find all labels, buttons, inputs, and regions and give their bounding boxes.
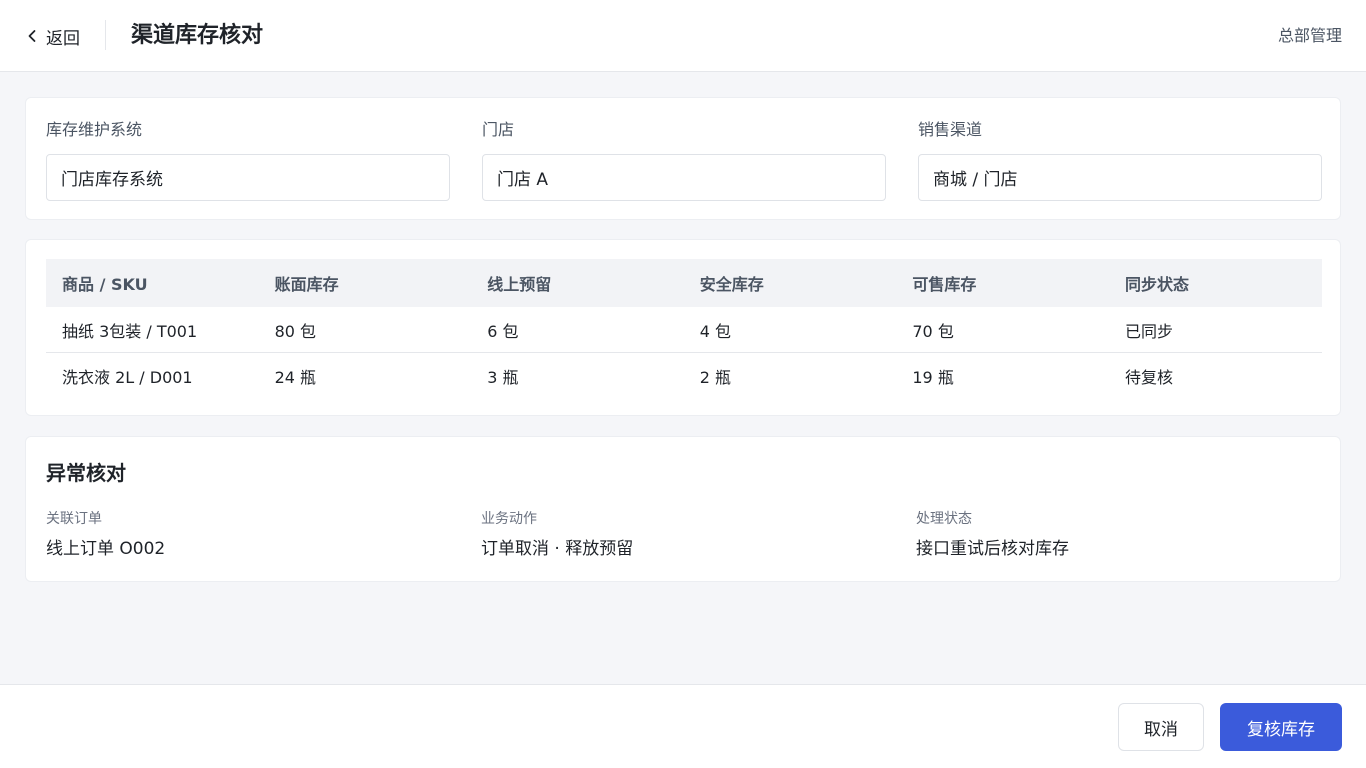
field-label: 销售渠道 xyxy=(918,120,983,139)
table-cell: 19 瓶 xyxy=(912,368,954,387)
column-header: 同步状态 xyxy=(1124,275,1189,294)
info-label: 关联订单 xyxy=(46,511,102,527)
exception-card: 异常核对 关联订单 线上订单 O002 业务动作 订单取消 · 释放预留 处理状… xyxy=(25,436,1341,582)
field-sales-channel: 销售渠道 商城 / 门店 xyxy=(918,118,1322,201)
table-cell: 24 瓶 xyxy=(274,368,317,387)
field-label: 库存维护系统 xyxy=(46,120,143,139)
info-related-order: 关联订单 线上订单 O002 xyxy=(46,509,466,561)
table-row: 洗衣液 2L / D001 24 瓶 3 瓶 2 瓶 19 瓶 待复核 xyxy=(46,353,1322,399)
review-inventory-button[interactable]: 复核库存 xyxy=(1220,703,1342,751)
table-cell: 4 包 xyxy=(699,321,732,341)
column-header: 安全库存 xyxy=(699,275,764,294)
table-cell: 2 瓶 xyxy=(699,368,732,387)
table-cell: 3 瓶 xyxy=(487,368,519,387)
table-cell: 80 包 xyxy=(274,321,317,341)
table-cell: 抽纸 3包装 / T001 xyxy=(62,321,198,341)
table-cell: 已同步 xyxy=(1124,321,1173,341)
table-header: 商品 / SKU 账面库存 线上预留 安全库存 可售库存 同步状态 xyxy=(46,259,1322,307)
inventory-table-card: 商品 / SKU 账面库存 线上预留 安全库存 可售库存 同步状态 抽纸 3包装… xyxy=(25,239,1341,416)
column-header: 可售库存 xyxy=(912,275,977,294)
info-label: 处理状态 xyxy=(916,511,972,527)
info-value: 接口重试后核对库存 xyxy=(916,539,1069,559)
column-header: 账面库存 xyxy=(274,275,339,294)
cancel-button[interactable]: 取消 xyxy=(1118,703,1204,751)
back-button[interactable]: 返回 xyxy=(24,22,80,50)
info-value: 线上订单 O002 xyxy=(46,539,166,559)
field-inventory-system: 库存维护系统 门店库存系统 xyxy=(46,118,450,201)
table-cell: 70 包 xyxy=(912,321,954,341)
info-business-action: 业务动作 订单取消 · 释放预留 xyxy=(481,509,901,561)
back-label: 返回 xyxy=(46,28,80,49)
page-title: 渠道库存核对 xyxy=(131,23,264,48)
field-label: 门店 xyxy=(482,120,515,139)
table-cell: 待复核 xyxy=(1124,368,1173,387)
header-divider xyxy=(105,20,106,50)
store-input[interactable]: 门店 A xyxy=(482,154,886,201)
column-header: 线上预留 xyxy=(487,275,552,294)
inventory-system-input[interactable]: 门店库存系统 xyxy=(46,154,450,201)
filter-card: 库存维护系统 门店库存系统 门店 门店 A 销售渠道 商城 / 门店 xyxy=(25,97,1341,220)
footer-bar: 取消 复核库存 xyxy=(0,684,1366,768)
sales-channel-input[interactable]: 商城 / 门店 xyxy=(918,154,1322,201)
inventory-table: 商品 / SKU 账面库存 线上预留 安全库存 可售库存 同步状态 抽纸 3包装… xyxy=(46,259,1322,399)
table-row: 抽纸 3包装 / T001 80 包 6 包 4 包 70 包 已同步 xyxy=(46,307,1322,353)
column-header: 商品 / SKU xyxy=(62,275,148,294)
section-title: 异常核对 xyxy=(46,461,126,485)
info-value: 订单取消 · 释放预留 xyxy=(481,539,634,559)
chevron-left-icon xyxy=(28,30,36,42)
info-label: 业务动作 xyxy=(481,511,537,527)
info-process-status: 处理状态 接口重试后核对库存 xyxy=(916,509,1336,561)
org-label: 总部管理 xyxy=(1277,26,1342,45)
table-cell: 洗衣液 2L / D001 xyxy=(62,368,193,387)
app-header: 返回 渠道库存核对 总部管理 xyxy=(0,0,1366,72)
field-store: 门店 门店 A xyxy=(482,118,886,201)
table-cell: 6 包 xyxy=(487,321,519,341)
